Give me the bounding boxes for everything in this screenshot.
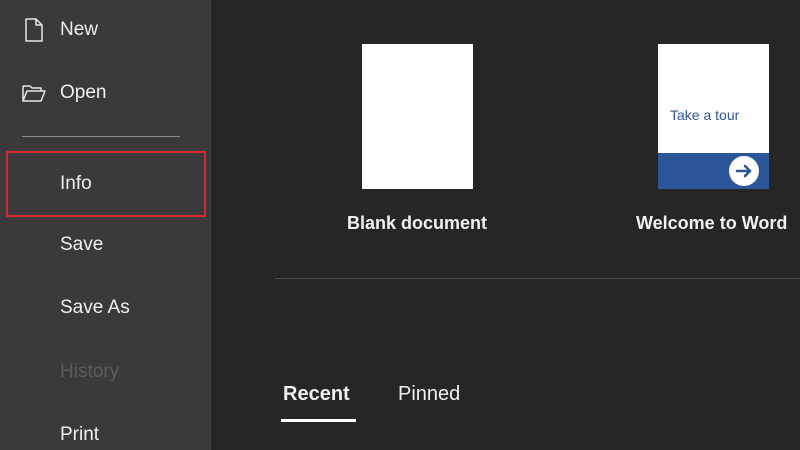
tab-recent[interactable]: Recent xyxy=(283,383,350,406)
backstage-view: New Open Info Save Save As History Print… xyxy=(0,0,800,450)
template-blank-document[interactable]: Blank document xyxy=(347,44,507,244)
open-folder-icon xyxy=(21,80,47,106)
section-divider xyxy=(275,278,800,279)
new-document-icon xyxy=(21,17,47,43)
arrow-right-icon xyxy=(729,156,759,186)
sidebar-item-label: Save As xyxy=(60,297,130,318)
backstage-sidebar: New Open Info Save Save As History Print xyxy=(0,0,211,450)
sidebar-item-history: History xyxy=(0,347,211,397)
sidebar-item-label: Open xyxy=(60,82,107,103)
sidebar-item-info[interactable]: Info xyxy=(6,151,206,217)
active-tab-indicator xyxy=(281,419,356,422)
welcome-thumbnail: Take a tour xyxy=(658,44,769,189)
tour-text: Take a tour xyxy=(670,107,740,123)
sidebar-item-label: History xyxy=(60,361,120,382)
tab-pinned[interactable]: Pinned xyxy=(398,383,460,406)
backstage-main: Blank document Take a tour Welcome to Wo… xyxy=(211,0,800,450)
sidebar-item-label: Save xyxy=(60,234,104,255)
sidebar-item-open[interactable]: Open xyxy=(0,68,211,118)
template-label: Welcome to Word xyxy=(636,213,788,233)
template-welcome-to-word[interactable]: Take a tour Welcome to Word xyxy=(636,44,800,244)
sidebar-item-label: Info xyxy=(60,173,92,194)
sidebar-item-new[interactable]: New xyxy=(0,5,211,55)
blank-document-thumbnail xyxy=(362,44,473,189)
sidebar-item-save-as[interactable]: Save As xyxy=(0,283,211,333)
sidebar-divider xyxy=(22,136,180,137)
sidebar-item-label: New xyxy=(60,19,99,40)
sidebar-item-label: Print xyxy=(60,424,100,445)
template-label: Blank document xyxy=(347,213,488,233)
sidebar-item-print[interactable]: Print xyxy=(0,410,211,450)
sidebar-item-save[interactable]: Save xyxy=(0,220,211,270)
